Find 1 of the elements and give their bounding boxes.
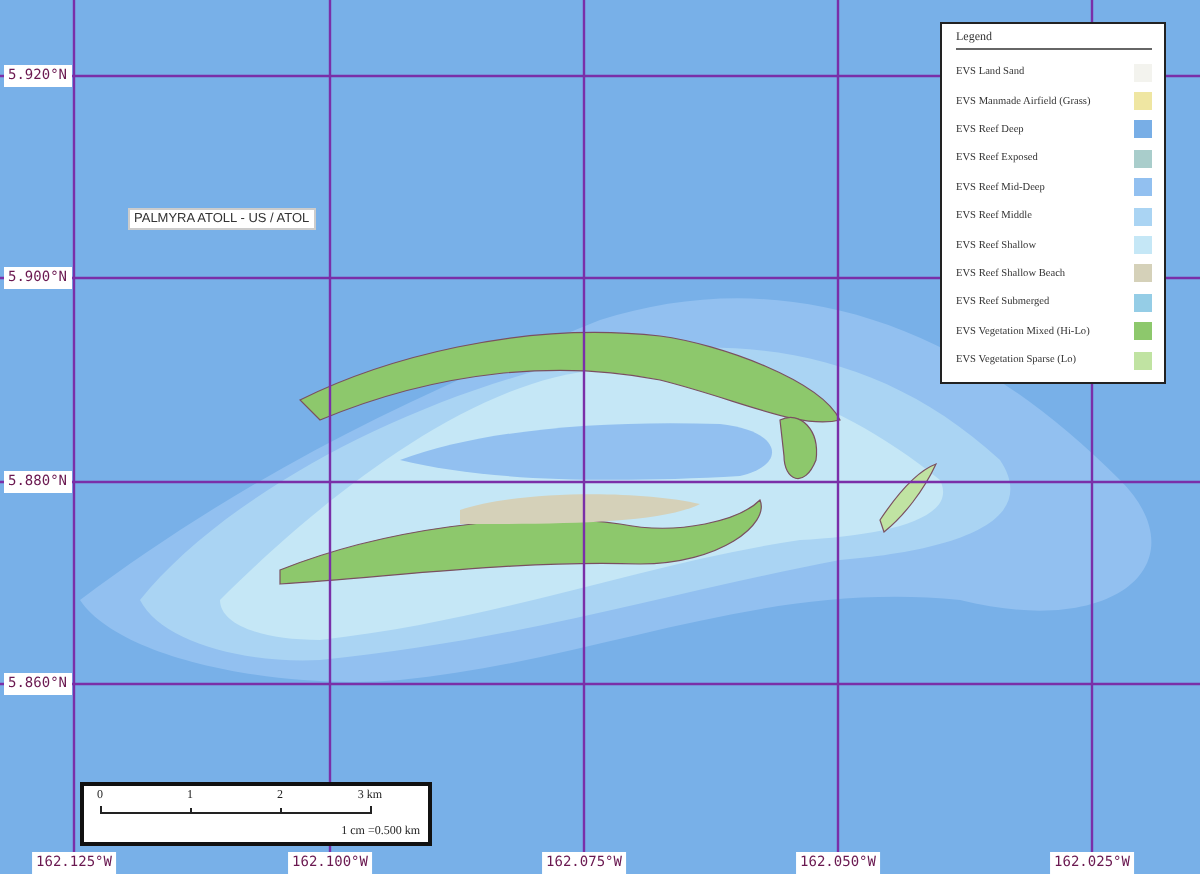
vegetation-area — [879, 463, 937, 533]
